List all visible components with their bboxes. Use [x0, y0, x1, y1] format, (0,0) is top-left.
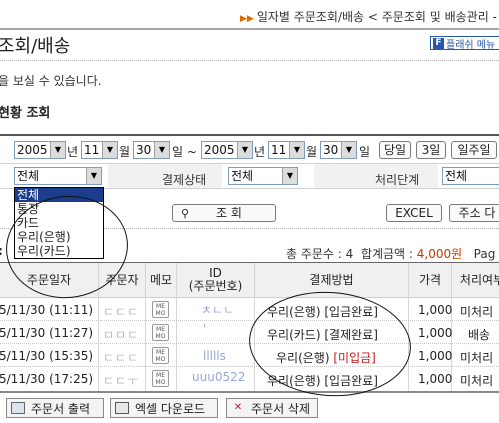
price: 1,000: [418, 326, 453, 340]
memo-icon[interactable]: ME MO: [152, 324, 169, 341]
table-bottom-border: [0, 391, 499, 393]
excel-download-label: 엑셀 다운로드: [135, 401, 206, 416]
order-date: 5/11/30 (15:35): [0, 349, 94, 363]
print-order-button[interactable]: 주문서 출력: [6, 398, 104, 418]
chevron-down-icon: ▼: [50, 142, 65, 158]
flash-menu-label: 플래쉬 메뉴: [446, 39, 496, 50]
order-count: 총 주문수 : 4: [286, 247, 354, 261]
day-unit: 일: [359, 145, 371, 159]
flash-menu-button[interactable]: F 플래쉬 메뉴: [430, 36, 499, 50]
year-unit: 년: [67, 145, 79, 159]
order-summary: 총 주문수 : 4 합계금액 : 4,000원 Pag: [286, 245, 495, 262]
chevron-down-icon: ▼: [154, 142, 169, 158]
end-day-select[interactable]: 30 ▼: [320, 141, 357, 159]
chevron-down-icon: ▼: [282, 168, 297, 184]
title-divider: [0, 60, 499, 61]
orderer-name: ㅁㅁㄷ: [103, 328, 140, 342]
page-description: 을 보실 수 있습니다.: [0, 74, 102, 88]
month-unit: 월: [306, 145, 318, 159]
process-stage-select[interactable]: 전체: [442, 167, 499, 185]
order-date: 5/11/30 (11:11): [0, 303, 94, 317]
delete-order-label: 주문서 삭제: [251, 401, 311, 416]
range-tilde: 일 ~: [172, 145, 197, 159]
double-arrow-icon: ▶▶: [240, 14, 254, 24]
process-stage-label: 처리단계: [375, 173, 420, 187]
process-status: 미처리: [460, 351, 494, 365]
process-status: 미처리: [460, 374, 494, 388]
search-icon: ⚲: [181, 207, 190, 220]
delete-order-button[interactable]: ✕ 주문서 삭제: [226, 398, 318, 418]
header-order-id: ID (주문번호): [177, 263, 254, 297]
page-title: 조회/배송: [0, 36, 71, 57]
printer-icon: [11, 402, 25, 414]
total-amount-label: 합계금액 :: [360, 247, 413, 261]
payment-status-label: 결제상태: [162, 173, 207, 187]
today-button[interactable]: 당일: [379, 141, 411, 159]
memo-icon[interactable]: ME MO: [152, 370, 169, 387]
orderer-name: ㄷㄷㄷ: [103, 305, 140, 319]
page-indicator: Pag: [473, 247, 496, 261]
month-unit: 월: [119, 145, 131, 159]
header-price: 가격: [409, 263, 451, 297]
save-icon: [115, 402, 129, 414]
orderer-name: ㄷㄷㄷ: [103, 351, 140, 365]
order-date: 5/11/30 (11:27): [0, 326, 94, 340]
breadcrumb-text: 일자별 주문조회/배송 < 주문조회 및 배송관리 -: [256, 10, 497, 24]
order-id-link[interactable]: ㅊㄴㄴ: [201, 301, 234, 318]
address-download-button[interactable]: 주소 다: [449, 204, 499, 222]
header-process-status: 처리여부: [452, 263, 499, 297]
column-separator: [176, 263, 177, 392]
payment-status-select[interactable]: 전체 ▼: [228, 167, 298, 185]
row-divider: [0, 366, 499, 367]
end-year-select[interactable]: 2005 ▼: [201, 141, 253, 159]
flash-f-icon: F: [433, 37, 444, 49]
print-order-label: 주문서 출력: [31, 401, 91, 416]
total-amount: 4,000원: [416, 247, 463, 261]
price: 1,000: [418, 372, 453, 386]
chevron-down-icon: ▼: [341, 142, 356, 158]
price: 1,000: [418, 303, 453, 317]
column-separator: [408, 263, 409, 392]
header-divider: [0, 28, 499, 30]
list-marker: :: [0, 244, 3, 258]
orderer-name: ㄷㄷㅜ: [103, 374, 140, 388]
end-month-select[interactable]: 11 ▼: [268, 141, 305, 159]
search-button[interactable]: ⚲ 조 회: [172, 204, 276, 222]
chevron-down-icon: ▼: [237, 142, 252, 158]
one-week-button[interactable]: 일주일: [451, 141, 497, 159]
payment-type-select[interactable]: 전체 ▼: [14, 167, 102, 185]
header-memo: 메모: [146, 263, 176, 297]
section-title: 현황 조회: [0, 106, 51, 121]
memo-icon[interactable]: ME MO: [152, 301, 169, 318]
excel-button[interactable]: EXCEL: [386, 204, 442, 222]
chevron-down-icon: ▼: [289, 142, 304, 158]
delete-icon: ✕: [233, 402, 243, 413]
process-status: 배송: [468, 328, 491, 342]
row-divider: [0, 320, 499, 321]
three-days-button[interactable]: 3일: [416, 141, 446, 159]
chevron-down-icon: ▼: [102, 142, 117, 158]
start-day-select[interactable]: 30 ▼: [133, 141, 170, 159]
order-id-link[interactable]: ': [203, 322, 206, 336]
breadcrumb: ▶▶ 일자별 주문조회/배송 < 주문조회 및 배송관리 -: [240, 8, 497, 25]
order-id-link[interactable]: uuu0522: [192, 370, 245, 384]
process-status: 미처리: [460, 305, 494, 319]
filter-panel-top-border: [0, 134, 499, 136]
start-year-select[interactable]: 2005 ▼: [14, 141, 66, 159]
chevron-down-icon: ▼: [86, 168, 101, 184]
year-unit: 년: [254, 145, 266, 159]
price: 1,000: [418, 349, 453, 363]
excel-download-button[interactable]: 엑셀 다운로드: [110, 398, 218, 418]
column-separator: [145, 263, 146, 392]
memo-icon[interactable]: ME MO: [152, 347, 169, 364]
order-id-link[interactable]: llllls: [203, 349, 226, 363]
start-month-select[interactable]: 11 ▼: [81, 141, 118, 159]
order-date: 5/11/30 (17:25): [0, 372, 94, 386]
